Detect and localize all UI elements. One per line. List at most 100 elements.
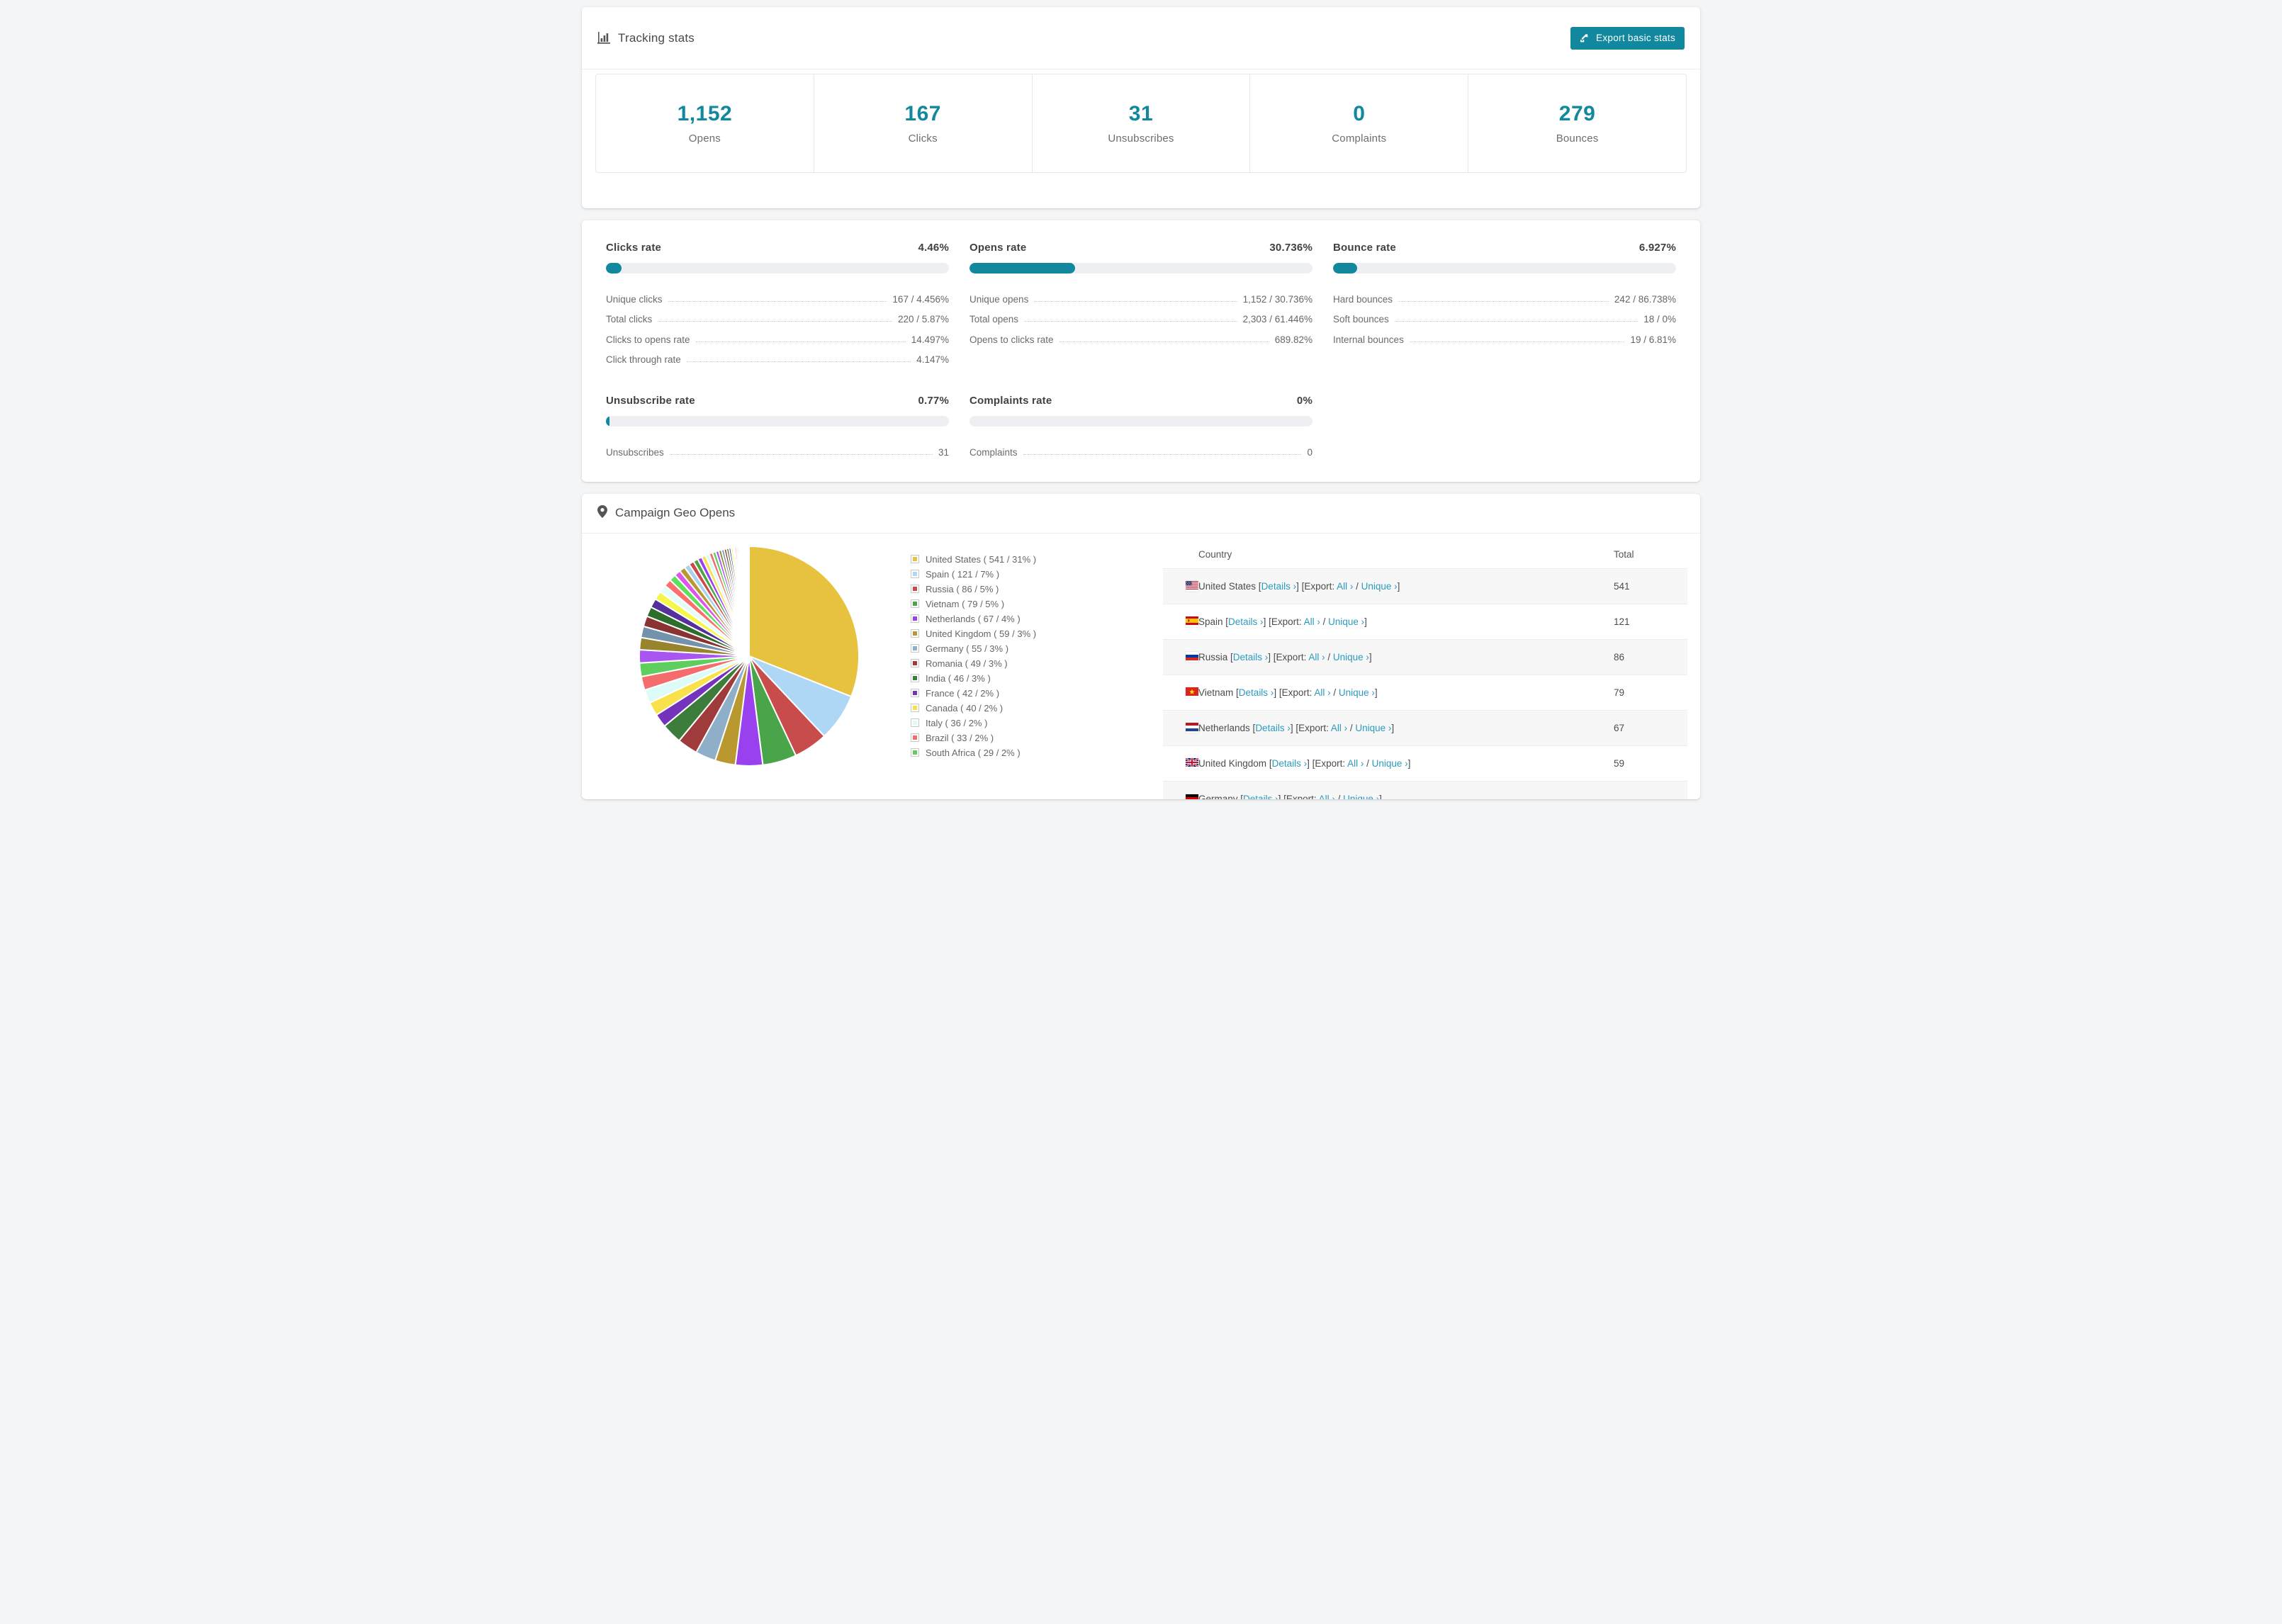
legend-label: Romania ( 49 / 3% ) <box>926 658 1008 669</box>
legend-swatch <box>911 570 919 578</box>
country-total <box>1614 781 1687 799</box>
rate-detail-row: Total opens 2,303 / 61.446% <box>969 305 1313 325</box>
export-unique-link[interactable]: Unique › <box>1372 758 1408 769</box>
nl-flag-icon <box>1186 723 1198 733</box>
rate-value: 30.736% <box>1269 242 1313 254</box>
rate-section-bounce-rate: Bounce rate 6.927% Hard bounces 242 / 86.73… <box>1333 242 1676 365</box>
export-all-link[interactable]: All › <box>1347 758 1364 769</box>
country-cell: Russia [Details ›] [Export: All › / Uniq… <box>1198 639 1614 675</box>
country-total: 59 <box>1614 745 1687 782</box>
export-all-link[interactable]: All › <box>1319 794 1335 799</box>
rate-title: Opens rate <box>969 242 1027 254</box>
legend-label: United States ( 541 / 31% ) <box>926 553 1037 565</box>
geo-table-header-row: Country Total <box>1163 541 1687 569</box>
export-all-link[interactable]: All › <box>1337 581 1353 592</box>
total-column-header: Total <box>1614 548 1634 560</box>
export-all-link[interactable]: All › <box>1314 687 1330 698</box>
flag-column-header <box>1163 541 1198 569</box>
rate-title: Complaints rate <box>969 395 1052 407</box>
summary-stat-clicks: 167 Clicks <box>814 74 1033 172</box>
legend-label: Brazil ( 33 / 2% ) <box>926 732 994 743</box>
country-total: 86 <box>1614 639 1687 675</box>
map-pin-icon <box>597 504 607 521</box>
rate-progress-fill <box>606 416 609 427</box>
export-all-link[interactable]: All › <box>1308 652 1325 662</box>
details-link[interactable]: Details › <box>1233 652 1269 662</box>
export-unique-link[interactable]: Unique › <box>1339 687 1375 698</box>
legend-item-spain: Spain ( 121 / 7% ) <box>911 567 1102 582</box>
rate-detail-rows: Complaints 0 <box>969 437 1313 458</box>
legend-swatch <box>911 614 919 623</box>
geo-table: Country Total United States [Details ›] … <box>1163 541 1687 799</box>
legend-item-vietnam: Vietnam ( 79 / 5% ) <box>911 597 1102 611</box>
details-link[interactable]: Details › <box>1243 794 1278 799</box>
details-link[interactable]: Details › <box>1255 723 1291 733</box>
rate-detail-row: Unique clicks 167 / 4.456% <box>606 284 949 305</box>
dotted-leader <box>668 300 887 302</box>
legend-swatch <box>911 555 919 563</box>
legend-label: Spain ( 121 / 7% ) <box>926 568 1000 580</box>
country-total: 121 <box>1614 604 1687 640</box>
rate-detail-row: Complaints 0 <box>969 437 1313 458</box>
dotted-leader <box>1024 321 1237 322</box>
rate-detail-row: Total clicks 220 / 5.87% <box>606 305 949 325</box>
legend-item-germany: Germany ( 55 / 3% ) <box>911 641 1102 656</box>
geo-pie-chart <box>637 544 861 768</box>
us-flag-icon <box>1186 581 1198 592</box>
pie-slice-53 <box>747 545 750 657</box>
rate-head: Clicks rate 4.46% <box>606 242 949 254</box>
geo-table-wrap: Country Total United States [Details ›] … <box>1163 541 1687 799</box>
rate-detail-label: Clicks to opens rate <box>606 334 690 345</box>
summary-stat-label: Opens <box>688 132 721 145</box>
details-link[interactable]: Details › <box>1272 758 1308 769</box>
geo-opens-title: Campaign Geo Opens <box>615 506 736 519</box>
flag-cell <box>1163 568 1198 604</box>
export-unique-link[interactable]: Unique › <box>1361 581 1398 592</box>
legend-swatch <box>911 704 919 712</box>
geo-table-row-vn: Vietnam [Details ›] [Export: All › / Uni… <box>1163 675 1687 711</box>
rate-progress-bar <box>1333 263 1676 274</box>
country-name: Spain <box>1198 616 1226 627</box>
rate-detail-value: 4.147% <box>916 354 949 365</box>
export-unique-link[interactable]: Unique › <box>1355 723 1391 733</box>
export-unique-link[interactable]: Unique › <box>1343 794 1379 799</box>
summary-stat-label: Complaints <box>1332 132 1387 145</box>
rate-detail-value: 0 <box>1307 446 1313 458</box>
dotted-leader <box>1394 321 1639 322</box>
rate-detail-rows: Unique clicks 167 / 4.456% Total clicks 220… <box>606 284 949 366</box>
bar-chart-icon <box>597 32 611 44</box>
rate-detail-row: Opens to clicks rate 689.82% <box>969 325 1313 345</box>
rate-progress-fill <box>606 263 622 274</box>
country-name: Russia <box>1198 652 1231 662</box>
export-all-link[interactable]: All › <box>1331 723 1347 733</box>
rate-progress-fill <box>969 263 1075 274</box>
rate-detail-label: Internal bounces <box>1333 334 1404 345</box>
flag-cell <box>1163 604 1198 640</box>
rate-head: Complaints rate 0% <box>969 395 1313 407</box>
summary-stat-opens: 1,152 Opens <box>596 74 814 172</box>
summary-stat-value: 167 <box>904 102 941 125</box>
summary-stat-value: 0 <box>1353 102 1366 125</box>
rate-value: 0.77% <box>918 395 949 407</box>
rate-progress-bar <box>606 263 949 274</box>
legend-item-canada: Canada ( 40 / 2% ) <box>911 701 1102 716</box>
export-unique-link[interactable]: Unique › <box>1333 652 1369 662</box>
legend-label: France ( 42 / 2% ) <box>926 687 1000 699</box>
details-link[interactable]: Details › <box>1239 687 1274 698</box>
rate-progress-bar <box>969 263 1313 274</box>
legend-swatch <box>911 718 919 727</box>
details-link[interactable]: Details › <box>1261 581 1297 592</box>
export-all-link[interactable]: All › <box>1304 616 1320 627</box>
legend-swatch <box>911 689 919 697</box>
rate-detail-label: Total opens <box>969 314 1019 325</box>
details-link[interactable]: Details › <box>1228 616 1264 627</box>
country-total: 541 <box>1614 568 1687 604</box>
export-basic-stats-button[interactable]: Export basic stats <box>1570 26 1685 50</box>
tracking-stats-title-wrap: Tracking stats <box>597 31 695 45</box>
rate-title: Clicks rate <box>606 242 662 254</box>
summary-stat-bounces: 279 Bounces <box>1468 74 1686 172</box>
rate-detail-row: Unsubscribes 31 <box>606 437 949 458</box>
export-unique-link[interactable]: Unique › <box>1328 616 1364 627</box>
legend-swatch <box>911 599 919 608</box>
country-name: United States <box>1198 581 1259 592</box>
